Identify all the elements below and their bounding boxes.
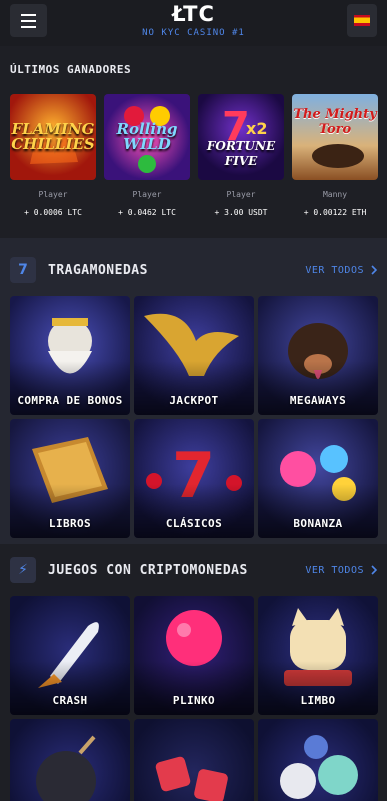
winner-player: Player (132, 190, 162, 199)
tile-label: JACKPOT (169, 394, 219, 407)
game-title: FORTUNE FIVE (206, 139, 276, 168)
game-title: FLAMING CHILLIES (11, 120, 95, 153)
seven-icon: 7 (10, 257, 36, 283)
tile-label: CLÁSICOS (165, 517, 223, 530)
crypto-header: ⚡ JUEGOS CON CRIPTOMONEDAS VER TODOS (10, 557, 377, 583)
slots-title: TRAGAMONEDAS (48, 262, 148, 278)
language-button[interactable] (347, 4, 377, 37)
bingo-balls-art (280, 735, 358, 799)
slots-see-all-link[interactable]: VER TODOS (305, 265, 377, 276)
winner-player: Player (226, 190, 256, 199)
winner-player: Manny (322, 190, 348, 199)
lightning-icon: ⚡ (10, 557, 36, 583)
game-title: Rolling WILD (116, 120, 178, 153)
site-logo[interactable]: ŁTC (0, 2, 387, 26)
slots-header: 7 TRAGAMONEDAS VER TODOS (10, 257, 377, 283)
tile-label: PLINKO (172, 694, 216, 707)
tile-label: BONANZA (293, 517, 343, 530)
winner-amount: + 0.00122 ETH (303, 208, 367, 217)
category-tile[interactable] (10, 719, 130, 801)
crypto-grid: CRASH PLINKO LIMBO (10, 596, 378, 801)
winner-card[interactable]: 7 x2 FORTUNE FIVE Player + 3.00 USDT (198, 94, 284, 217)
category-tile[interactable]: LIMBO (258, 596, 378, 715)
tile-label: MEGAWAYS (289, 394, 347, 407)
crypto-see-all-link[interactable]: VER TODOS (305, 565, 377, 576)
see-all-label: VER TODOS (305, 564, 364, 576)
category-tile[interactable]: CRASH (10, 596, 130, 715)
chevron-right-icon (371, 565, 377, 575)
game-thumbnail[interactable]: FLAMING CHILLIES (10, 94, 96, 180)
tile-label: LIBROS (48, 517, 92, 530)
category-tile[interactable] (258, 719, 378, 801)
winner-card[interactable]: The Mighty Toro Manny + 0.00122 ETH (292, 94, 378, 217)
category-tile[interactable]: PLINKO (134, 596, 254, 715)
category-tile[interactable]: BONANZA (258, 419, 378, 538)
site-tagline: NO KYC CASINO #1 (142, 28, 245, 38)
spain-flag-icon (354, 15, 370, 26)
dice-art (155, 756, 228, 801)
top-header: ŁTC NO KYC CASINO #1 (0, 0, 387, 46)
category-tile[interactable]: MEGAWAYS (258, 296, 378, 415)
chevron-right-icon (371, 265, 377, 275)
winner-card[interactable]: FLAMING CHILLIES Player + 0.0006 LTC (10, 94, 96, 217)
winners-list: FLAMING CHILLIES Player + 0.0006 LTC Rol… (10, 94, 378, 217)
winners-title: ÚLTIMOS GANADORES (10, 63, 132, 76)
winner-player: Player (38, 190, 68, 199)
tile-label: LIMBO (300, 694, 336, 707)
game-title: The Mighty Toro (293, 107, 377, 137)
category-tile[interactable]: LIBROS (10, 419, 130, 538)
svg-text:x2: x2 (246, 119, 267, 138)
bomb-art (36, 735, 96, 801)
winner-card[interactable]: Rolling WILD Player + 0.0462 LTC (104, 94, 190, 217)
category-tile[interactable]: JACKPOT (134, 296, 254, 415)
slots-grid: COMPRA DE BONOS JACKPOT MEGAWAYS LIBROS … (10, 296, 378, 538)
category-tile[interactable]: COMPRA DE BONOS (10, 296, 130, 415)
winner-amount: + 0.0006 LTC (24, 208, 82, 217)
game-thumbnail[interactable]: The Mighty Toro (292, 94, 378, 180)
category-tile[interactable] (134, 719, 254, 801)
tile-label: CRASH (52, 694, 88, 707)
winner-amount: + 3.00 USDT (214, 208, 268, 217)
see-all-label: VER TODOS (305, 264, 364, 276)
category-tile[interactable]: 7 CLÁSICOS (134, 419, 254, 538)
game-thumbnail[interactable]: 7 x2 FORTUNE FIVE (198, 94, 284, 180)
winner-amount: + 0.0462 LTC (118, 208, 176, 217)
tile-label: COMPRA DE BONOS (17, 394, 123, 407)
crypto-title: JUEGOS CON CRIPTOMONEDAS (48, 562, 248, 578)
game-thumbnail[interactable]: Rolling WILD (104, 94, 190, 180)
